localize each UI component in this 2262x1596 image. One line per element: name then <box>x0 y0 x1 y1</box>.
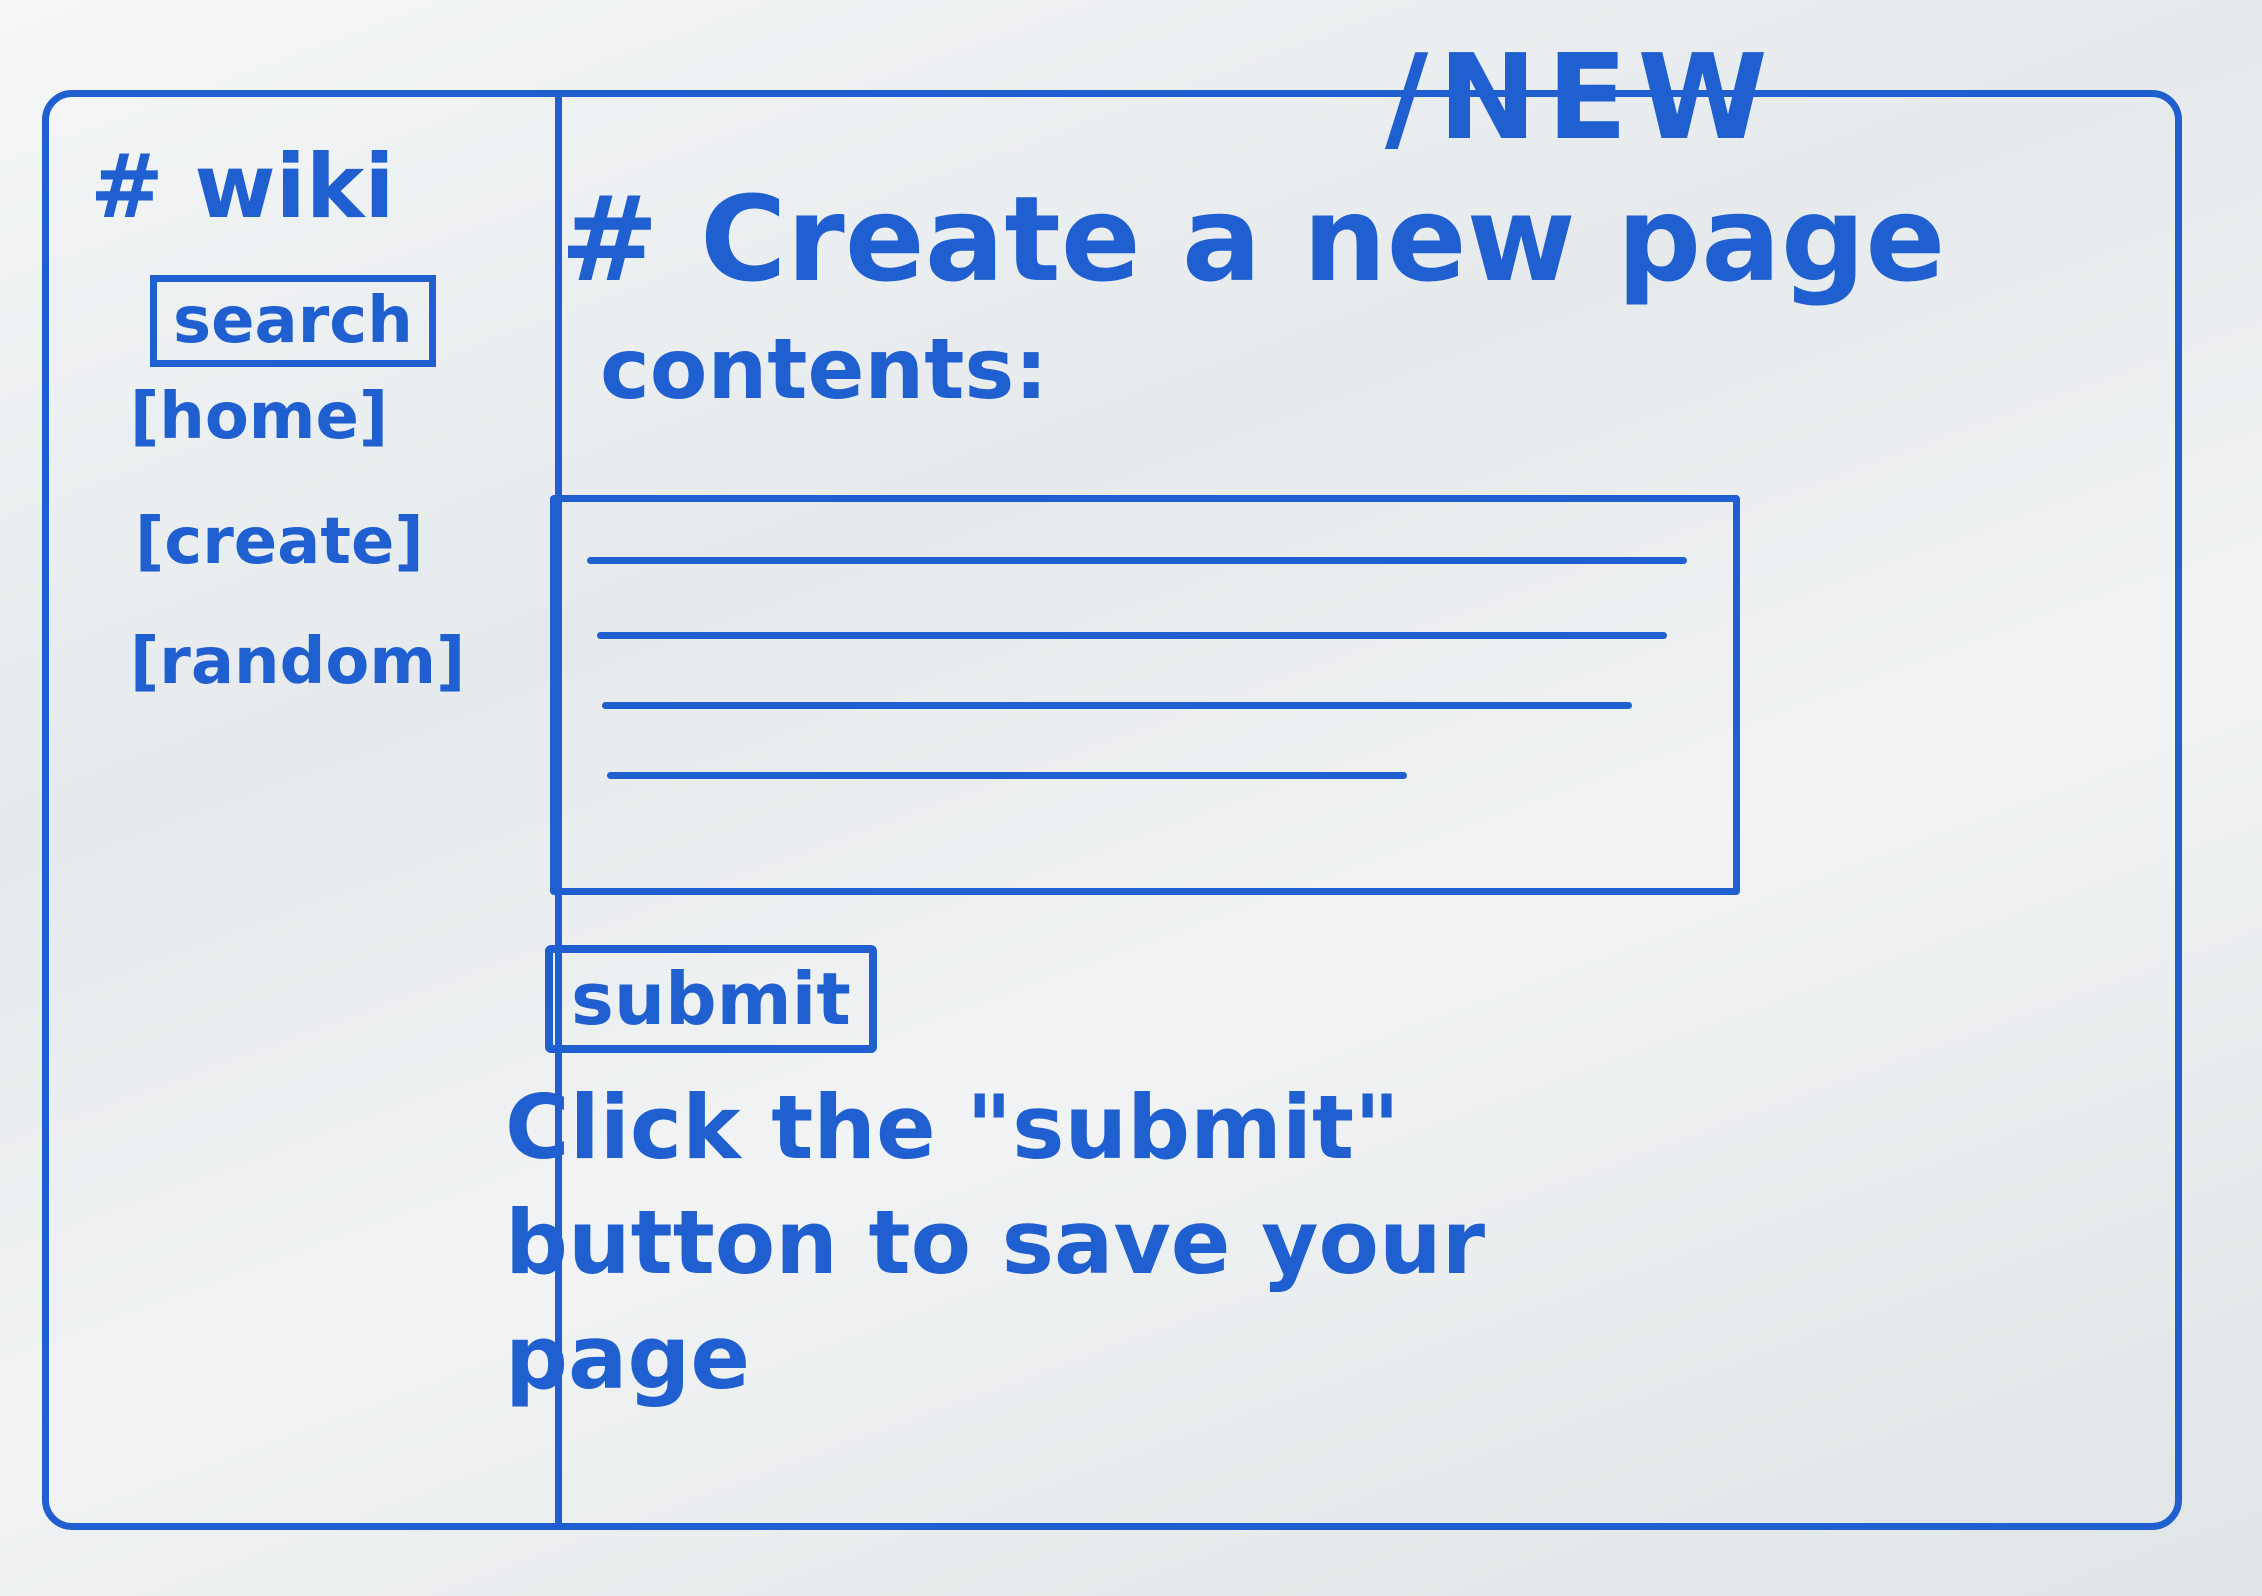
textarea-line <box>587 557 1687 564</box>
whiteboard: /NEW # wiki search [home] [create] [rand… <box>0 0 2262 1596</box>
textarea-line <box>597 632 1667 639</box>
page-title: # Create a new page <box>560 170 1946 308</box>
search-button[interactable]: search <box>150 275 436 367</box>
textarea-line <box>602 702 1632 709</box>
create-link[interactable]: [create] <box>135 505 424 579</box>
home-link[interactable]: [home] <box>130 380 388 454</box>
help-text-line: button to save your <box>505 1191 1485 1294</box>
textarea-line <box>607 772 1407 779</box>
help-text-line: Click the "submit" <box>505 1076 1400 1179</box>
help-text: Click the "submit" button to save your p… <box>505 1070 2005 1415</box>
help-text-line: page <box>505 1306 751 1409</box>
submit-button[interactable]: submit <box>545 945 877 1053</box>
contents-textarea[interactable] <box>550 495 1740 895</box>
contents-label: contents: <box>600 320 1048 418</box>
random-link[interactable]: [random] <box>130 625 465 699</box>
wiki-title: # wiki <box>90 135 395 238</box>
